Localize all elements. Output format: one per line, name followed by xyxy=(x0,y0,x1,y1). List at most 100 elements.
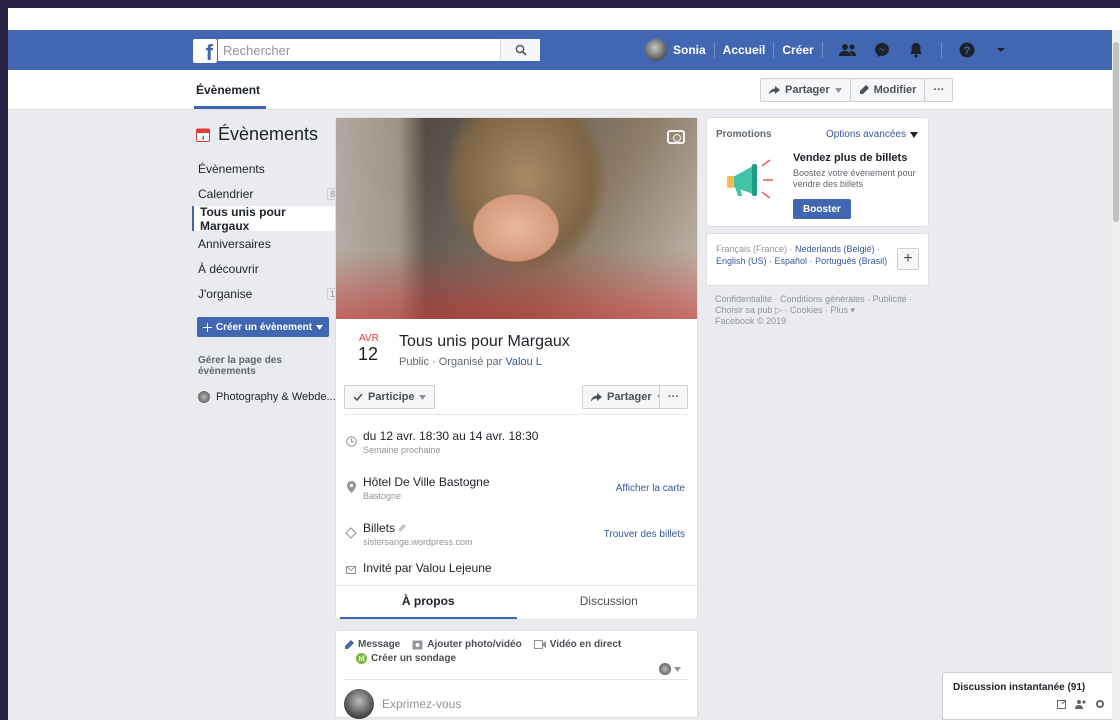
boost-button[interactable]: Booster xyxy=(793,199,851,219)
location-pin-icon xyxy=(345,481,357,493)
share-arrow-icon xyxy=(769,85,780,95)
top-navigation-bar: f Sonia Accueil Créer xyxy=(8,30,1120,70)
search-box xyxy=(218,39,540,61)
search-input[interactable] xyxy=(223,40,513,60)
more-options-button[interactable]: ··· xyxy=(924,78,954,102)
more-languages-button[interactable]: + xyxy=(897,248,919,270)
composer-poll-button[interactable]: Créer un sondage xyxy=(356,653,456,664)
subnav-actions: Partager Modifier ··· xyxy=(760,78,954,102)
search-button[interactable] xyxy=(500,39,540,61)
composer-placeholder[interactable]: Exprimez-vous xyxy=(382,697,461,711)
event-visibility: Public · Organisé par Valou L xyxy=(399,356,542,368)
tab-discussion[interactable]: Discussion xyxy=(521,586,698,619)
sidebar-item-calendar[interactable]: Calendrier 8 xyxy=(192,181,342,206)
sidebar-item-label: Évènements xyxy=(198,161,265,176)
page-name: Photography & Webde... xyxy=(216,391,336,403)
composer-live-button[interactable]: Vidéo en direct xyxy=(533,639,622,650)
sidebar-item-hosting[interactable]: J'organise 1 xyxy=(192,281,342,306)
friend-requests-icon[interactable] xyxy=(837,39,859,61)
messenger-icon[interactable] xyxy=(871,39,893,61)
facebook-logo-icon[interactable]: f xyxy=(193,39,217,63)
find-tickets-link[interactable]: Trouver des billets xyxy=(604,529,685,540)
profile-link[interactable]: Sonia xyxy=(673,43,706,57)
compose-icon[interactable] xyxy=(1057,699,1067,709)
promotions-card: Promotions Options avancées Vendez plus … xyxy=(706,117,929,227)
notifications-bell-icon[interactable] xyxy=(905,39,927,61)
footer-links-text[interactable]: Confidentialité · Conditions générales ·… xyxy=(715,294,912,315)
organizer-link[interactable]: Valou L xyxy=(505,356,542,368)
user-avatar[interactable] xyxy=(645,39,667,61)
promotions-heading: Promotions xyxy=(716,129,772,140)
caret-down-icon xyxy=(674,666,681,672)
event-venue[interactable]: Hôtel De Ville Bastogne xyxy=(363,475,490,489)
tickets-url[interactable]: sistersange.wordpress.com xyxy=(363,537,473,547)
language-link-es[interactable]: · Español · xyxy=(769,256,813,266)
top-strip xyxy=(8,8,1120,30)
event-cover-photo[interactable] xyxy=(336,118,697,319)
language-link-pt[interactable]: Português (Brasil) xyxy=(815,256,887,266)
create-link[interactable]: Créer xyxy=(782,43,813,57)
composer-message-label: Message xyxy=(358,639,401,650)
composer-message-button[interactable]: Message xyxy=(344,639,400,650)
create-event-button[interactable]: Créer un évènement xyxy=(197,317,329,337)
going-button[interactable]: Participe xyxy=(344,385,436,409)
language-link-nl[interactable]: Nederlands (België) · xyxy=(795,244,880,254)
account-menu-chevron-icon[interactable] xyxy=(990,39,1012,61)
settings-gear-icon[interactable] xyxy=(1095,699,1105,709)
event-more-button[interactable]: ··· xyxy=(659,385,688,409)
edit-label: Modifier xyxy=(873,84,917,96)
envelope-icon xyxy=(345,564,357,576)
caret-down-icon xyxy=(910,131,918,138)
nav-divider xyxy=(821,42,823,58)
page-scrollbar[interactable] xyxy=(1112,30,1120,720)
pencil-icon[interactable] xyxy=(398,524,407,532)
home-link[interactable]: Accueil xyxy=(723,43,766,57)
advanced-options-link[interactable]: Options avancées xyxy=(826,129,918,140)
help-icon[interactable]: ? xyxy=(956,39,978,61)
chat-sidebar-tab[interactable]: Discussion instantanée (91) xyxy=(942,672,1118,720)
active-tab-indicator xyxy=(194,106,266,109)
video-camera-icon xyxy=(533,640,546,649)
subnav-tab-event[interactable]: Évènement xyxy=(196,83,260,97)
camera-icon[interactable] xyxy=(667,130,685,144)
sidebar-item-birthdays[interactable]: Anniversaires xyxy=(192,231,342,256)
show-map-link[interactable]: Afficher la carte xyxy=(616,483,685,494)
event-location-row: Hôtel De Ville Bastogne Bastogne Affiche… xyxy=(336,465,697,507)
post-as-selector[interactable] xyxy=(659,663,681,675)
tab-about[interactable]: À propos xyxy=(340,586,517,619)
event-day: 12 xyxy=(358,344,379,364)
composer-photo-button[interactable]: Ajouter photo/vidéo xyxy=(412,639,522,650)
browser-viewport: f Sonia Accueil Créer xyxy=(8,8,1120,720)
chat-label: Discussion instantanée (91) xyxy=(953,682,1086,693)
clock-icon xyxy=(345,435,357,447)
sidebar-item-events[interactable]: Évènements xyxy=(192,156,342,181)
people-icon[interactable] xyxy=(1075,699,1087,709)
footer-links[interactable]: Confidentialité · Conditions générales ·… xyxy=(706,294,916,327)
sidebar-item-current-event[interactable]: Tous unis pour Margaux xyxy=(192,204,342,233)
composer-live-label: Vidéo en direct xyxy=(549,639,622,650)
event-actions: Participe Partager ··· xyxy=(344,379,689,415)
composer-avatar xyxy=(344,689,374,719)
going-label: Participe xyxy=(368,391,415,403)
create-event-label: Créer un évènement xyxy=(215,321,313,333)
event-header: AVR 12 Tous unis pour Margaux Public · O… xyxy=(336,319,697,379)
visibility-text: Public · Organisé par xyxy=(399,356,503,368)
nav-divider xyxy=(773,42,775,58)
sidebar-item-label: À découvrir xyxy=(198,261,259,276)
composer-input-row[interactable]: Exprimez-vous xyxy=(344,689,461,719)
sidebar-item-discover[interactable]: À découvrir xyxy=(192,256,342,281)
share-button[interactable]: Partager xyxy=(760,78,851,102)
language-link-en[interactable]: English (US) xyxy=(716,256,767,266)
composer-poll-label: Créer un sondage xyxy=(371,653,457,664)
events-heading[interactable]: 4 Évènements xyxy=(196,122,342,146)
page-avatar xyxy=(659,663,671,675)
event-subnav: Évènement Partager Modifier ··· xyxy=(8,70,1120,110)
edit-button[interactable]: Modifier xyxy=(849,78,926,102)
scrollbar-thumb[interactable] xyxy=(1113,42,1119,222)
pencil-icon xyxy=(345,639,354,649)
top-nav-right: Sonia Accueil Créer ? xyxy=(645,30,1018,70)
chat-icons xyxy=(1057,699,1105,709)
managed-page-item[interactable]: Photography & Webde... xyxy=(198,391,342,403)
footer-copyright: Facebook © 2019 xyxy=(715,316,787,326)
sidebar-item-label: Tous unis pour Margaux xyxy=(200,204,286,233)
